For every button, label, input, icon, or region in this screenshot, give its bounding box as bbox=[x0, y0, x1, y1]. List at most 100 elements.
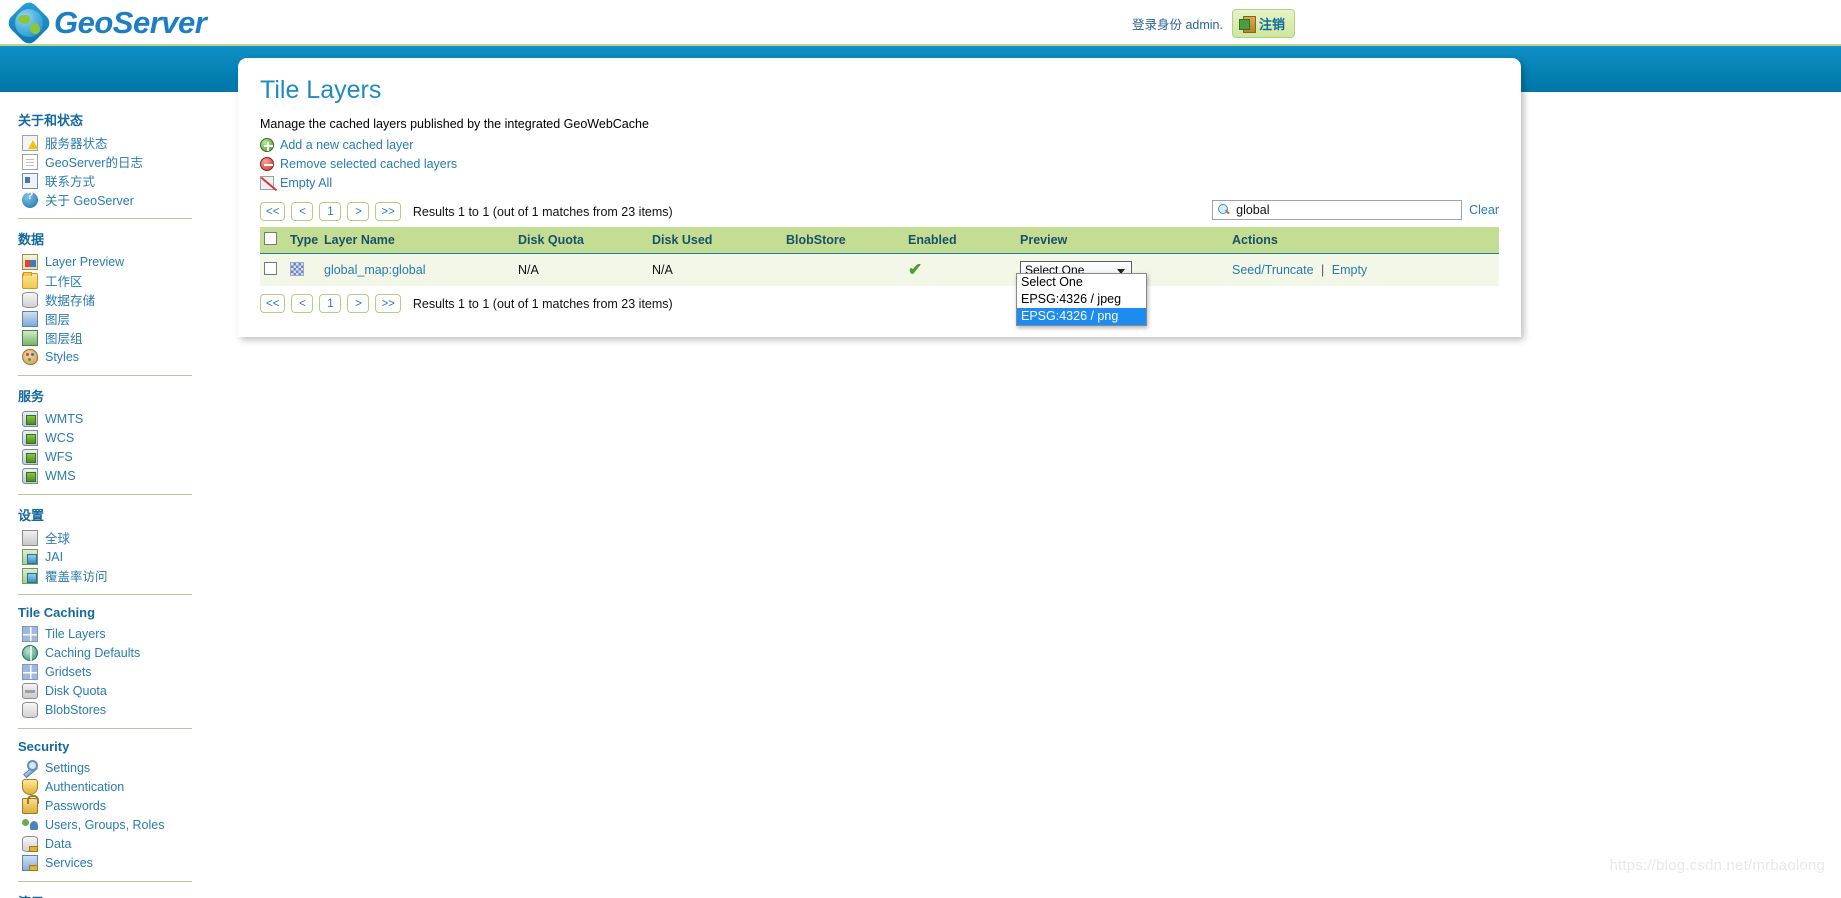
sidebar-item-label: Caching Defaults bbox=[45, 645, 141, 660]
brand-logo[interactable]: GeoServer bbox=[4, 0, 207, 48]
sidebar-item-styles[interactable]: Styles bbox=[22, 347, 226, 366]
sidebar-item-label: 数据存储 bbox=[45, 294, 96, 308]
caching-defaults-icon bbox=[22, 644, 38, 662]
sidebar-item-coverage-access[interactable]: 覆盖率访问 bbox=[22, 566, 226, 585]
pager-next-button-bottom[interactable]: > bbox=[347, 294, 370, 313]
pager-page-1-button-bottom[interactable]: 1 bbox=[319, 294, 342, 313]
sidebar-item-geoserver-logs[interactable]: GeoServer的日志 bbox=[22, 152, 226, 171]
sidebar-item-passwords[interactable]: Passwords bbox=[22, 794, 226, 815]
action-separator: | bbox=[1321, 263, 1325, 277]
pager-last-button[interactable]: >> bbox=[375, 202, 401, 221]
add-cached-layer-link[interactable]: Add a new cached layer bbox=[260, 136, 1499, 154]
sidebar-item-wfs[interactable]: WFS bbox=[22, 447, 226, 466]
page-title: Tile Layers bbox=[260, 76, 382, 104]
pager-last-button-bottom[interactable]: >> bbox=[375, 294, 401, 313]
sidebar-item-label: WCS bbox=[45, 430, 75, 445]
sidebar-item-tile-layers[interactable]: Tile Layers bbox=[22, 624, 226, 643]
column-header-enabled[interactable]: Enabled bbox=[904, 227, 1016, 254]
layer-name-link[interactable]: global_map:global bbox=[324, 263, 425, 277]
sidebar-item-label: 工作区 bbox=[45, 275, 83, 289]
app-header: GeoServer 登录身份 admin. 注销 bbox=[0, 0, 1841, 48]
sidebar-item-label: Styles bbox=[45, 349, 80, 364]
page-root: GeoServer 登录身份 admin. 注销 关于和状态 服务器状态 Geo… bbox=[0, 0, 1841, 898]
service-icon bbox=[22, 429, 38, 446]
brand-name: GeoServer bbox=[54, 5, 207, 40]
column-header-preview[interactable]: Preview bbox=[1016, 227, 1228, 254]
remove-cached-layers-link[interactable]: Remove selected cached layers bbox=[260, 155, 1499, 173]
preview-select-options-list[interactable]: Select One EPSG:4326 / jpeg EPSG:4326 / … bbox=[1016, 273, 1147, 326]
table-header-row: Type Layer Name Disk Quota Disk Used Blo… bbox=[260, 227, 1499, 254]
row-enabled-cell: ✔ bbox=[904, 253, 1016, 286]
empty-link[interactable]: Empty bbox=[1332, 263, 1367, 277]
column-header-actions[interactable]: Actions bbox=[1228, 227, 1499, 254]
services-key-icon bbox=[22, 854, 38, 871]
logout-door-icon bbox=[1238, 15, 1256, 33]
sidebar-item-layer-preview[interactable]: Layer Preview bbox=[22, 252, 226, 271]
pager-first-button[interactable]: << bbox=[260, 202, 286, 221]
sidebar-item-datastores[interactable]: 数据存储 bbox=[22, 290, 226, 309]
search-input[interactable]: global bbox=[1212, 200, 1463, 220]
sidebar-item-layers[interactable]: 图层 bbox=[22, 309, 226, 328]
pager-page-1-button[interactable]: 1 bbox=[319, 202, 342, 221]
sidebar-section-title-tile-caching: Tile Caching bbox=[18, 605, 96, 620]
sidebar-item-label: 全球 bbox=[45, 532, 71, 546]
sidebar-item-workspaces[interactable]: 工作区 bbox=[22, 271, 226, 290]
logout-button[interactable]: 注销 bbox=[1231, 8, 1295, 38]
column-header-disk-used[interactable]: Disk Used bbox=[648, 227, 782, 254]
datastore-icon bbox=[22, 291, 38, 308]
sidebar-divider bbox=[18, 728, 192, 729]
column-header-disk-quota[interactable]: Disk Quota bbox=[514, 227, 648, 254]
sidebar-item-wms[interactable]: WMS bbox=[22, 466, 226, 485]
sidebar-item-security-services[interactable]: Services bbox=[22, 853, 226, 872]
pager-results-text: Results 1 to 1 (out of 1 matches from 23… bbox=[412, 204, 673, 219]
pager-first-button-bottom[interactable]: << bbox=[260, 294, 286, 313]
sidebar-item-authentication[interactable]: Authentication bbox=[22, 777, 226, 796]
sidebar-section-title-about: 关于和状态 bbox=[18, 113, 84, 128]
sidebar-item-caching-defaults[interactable]: Caching Defaults bbox=[22, 643, 226, 662]
sidebar-item-security-data[interactable]: Data bbox=[22, 834, 226, 853]
preview-option-select-one[interactable]: Select One bbox=[1017, 274, 1146, 291]
sidebar-item-wmts[interactable]: WMTS bbox=[22, 409, 226, 428]
sidebar-item-label: Settings bbox=[45, 760, 91, 775]
sidebar-item-blobstores[interactable]: BlobStores bbox=[22, 700, 226, 719]
sidebar-item-contact[interactable]: 联系方式 bbox=[22, 171, 226, 190]
seed-truncate-link[interactable]: Seed/Truncate bbox=[1232, 263, 1314, 277]
geoserver-globe-icon bbox=[4, 0, 54, 48]
sidebar-section-title-security: Security bbox=[18, 739, 70, 754]
empty-all-link[interactable]: Empty All bbox=[260, 174, 1499, 192]
pager-prev-button-bottom[interactable]: < bbox=[291, 294, 314, 313]
remove-icon bbox=[260, 157, 274, 171]
sidebar-item-about-geoserver[interactable]: 关于 GeoServer bbox=[22, 190, 226, 209]
sidebar-item-jai[interactable]: JAI bbox=[22, 547, 226, 566]
sidebar-item-server-status[interactable]: 服务器状态 bbox=[22, 133, 226, 152]
sidebar-item-label: 关于 GeoServer bbox=[45, 194, 134, 208]
preview-option-epsg4326-jpeg[interactable]: EPSG:4326 / jpeg bbox=[1017, 291, 1146, 308]
pager-next-button[interactable]: > bbox=[347, 202, 370, 221]
pager-prev-button[interactable]: < bbox=[291, 202, 314, 221]
pager-bottom: << < 1 > >> Results 1 to 1 (out of 1 mat… bbox=[260, 294, 1499, 313]
sidebar-item-gridsets[interactable]: Gridsets bbox=[22, 662, 226, 681]
sidebar-item-users-groups-roles[interactable]: Users, Groups, Roles bbox=[22, 815, 226, 834]
search-clear-link[interactable]: Clear bbox=[1469, 203, 1499, 217]
sidebar-item-wcs[interactable]: WCS bbox=[22, 428, 226, 447]
watermark-text: https://blog.csdn.net/mrbaolong bbox=[1609, 857, 1825, 874]
sidebar-item-layer-groups[interactable]: 图层组 bbox=[22, 328, 226, 347]
sidebar-item-security-settings[interactable]: Settings bbox=[22, 758, 226, 777]
preview-option-epsg4326-png[interactable]: EPSG:4326 / png bbox=[1017, 308, 1146, 325]
column-header-type[interactable]: Type bbox=[286, 227, 320, 254]
contact-card-icon bbox=[22, 172, 38, 189]
row-blobstore-cell bbox=[782, 253, 904, 286]
sidebar-item-label: 图层 bbox=[45, 313, 71, 327]
sidebar-item-disk-quota[interactable]: Disk Quota bbox=[22, 681, 226, 700]
sidebar-item-global[interactable]: 全球 bbox=[22, 528, 226, 547]
select-all-checkbox[interactable] bbox=[264, 232, 277, 245]
authentication-shield-icon bbox=[22, 778, 38, 795]
sidebar-item-label: WMTS bbox=[45, 411, 84, 426]
row-checkbox[interactable] bbox=[264, 262, 277, 275]
pager-top: << < 1 > >> Results 1 to 1 (out of 1 mat… bbox=[260, 200, 1499, 221]
tile-layers-table: Type Layer Name Disk Quota Disk Used Blo… bbox=[260, 227, 1499, 326]
column-header-layer-name[interactable]: Layer Name bbox=[320, 227, 514, 254]
column-header-blobstore[interactable]: BlobStore bbox=[782, 227, 904, 254]
blobstores-icon bbox=[22, 701, 38, 718]
sidebar-divider bbox=[18, 375, 192, 376]
